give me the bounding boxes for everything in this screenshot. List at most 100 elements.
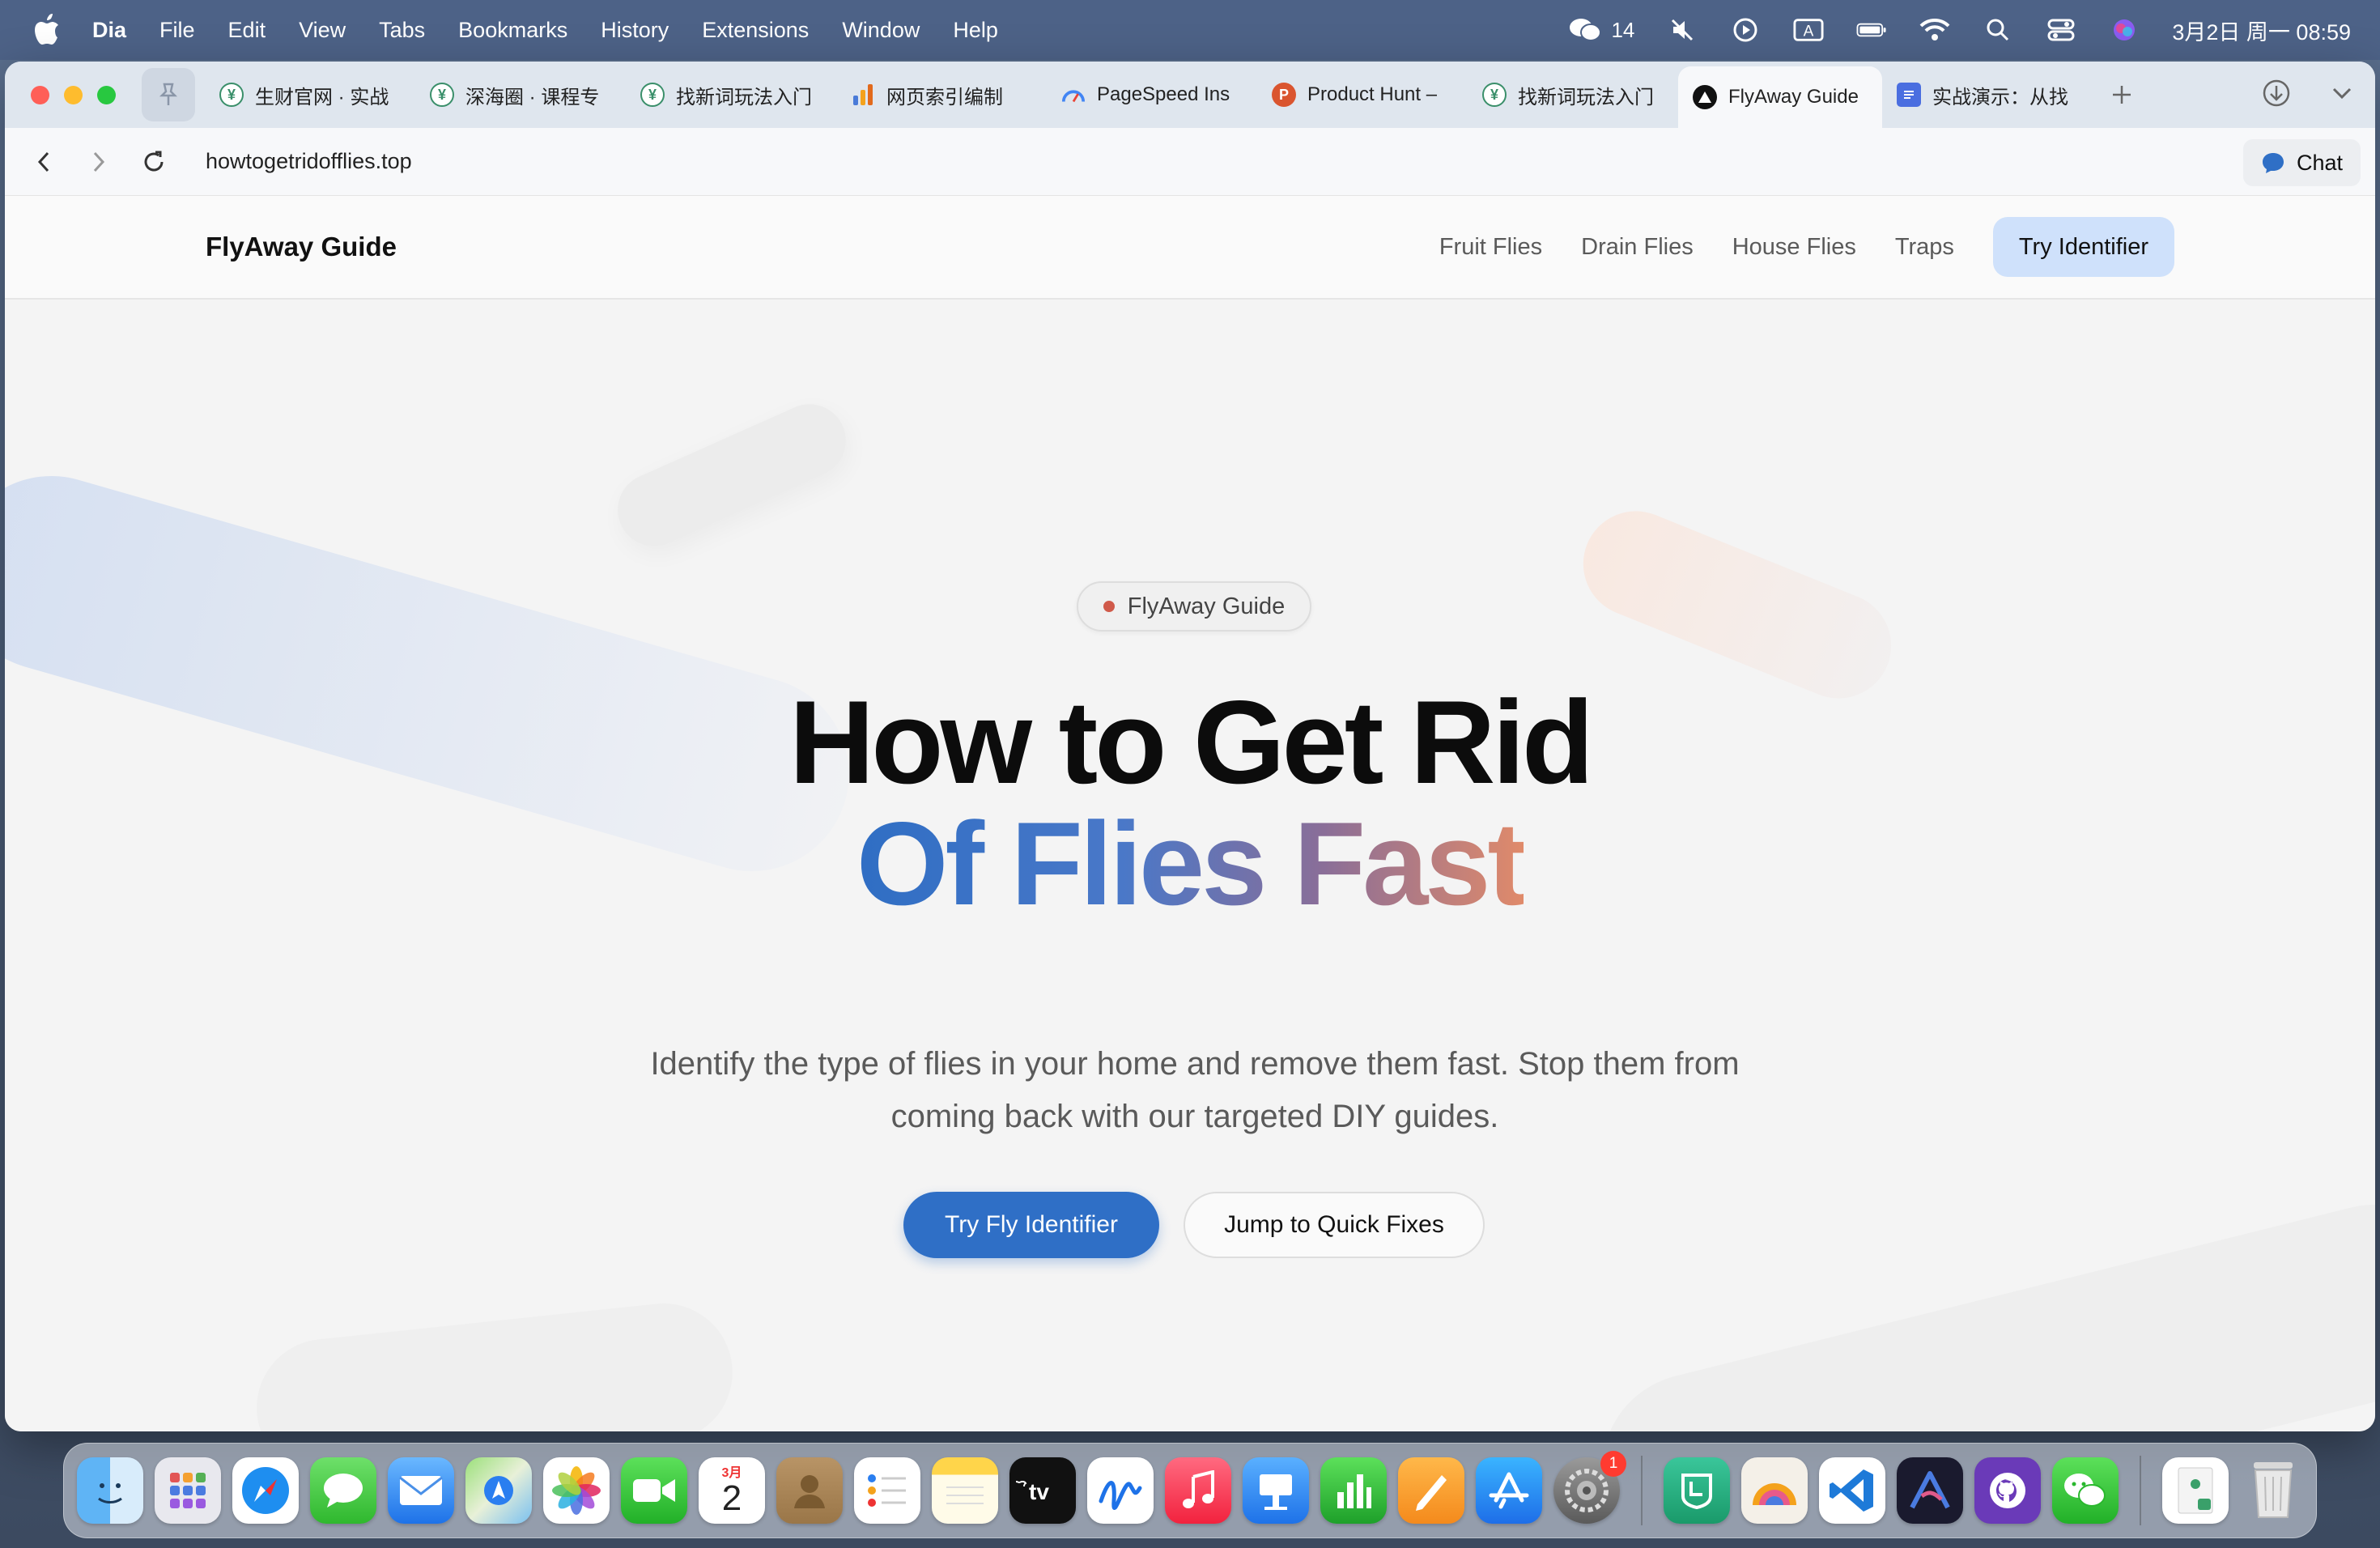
- appletv-icon[interactable]: tv: [1009, 1457, 1076, 1524]
- appstore-icon[interactable]: [1476, 1457, 1542, 1524]
- launchpad-icon[interactable]: [155, 1457, 221, 1524]
- downloads-icon[interactable]: [2262, 79, 2291, 112]
- pin-icon: [159, 83, 178, 105]
- menu-view[interactable]: View: [299, 18, 346, 43]
- tab-9[interactable]: 实战演示：从找: [1882, 66, 2093, 123]
- numbers-icon[interactable]: [1320, 1457, 1387, 1524]
- reminders-icon[interactable]: [854, 1457, 920, 1524]
- tab-6[interactable]: P Product Hunt –: [1257, 66, 1468, 123]
- apple-icon[interactable]: [31, 14, 63, 46]
- freeform-icon[interactable]: [1087, 1457, 1154, 1524]
- tab-bar: ¥ 生财官网 · 实战 ¥ 深海圈 · 课程专 ¥ 找新词玩法入门 网页索引编制…: [5, 62, 2375, 128]
- tab-2[interactable]: ¥ 深海圈 · 课程专: [415, 66, 626, 123]
- pages-icon[interactable]: [1398, 1457, 1464, 1524]
- menu-help[interactable]: Help: [953, 18, 998, 43]
- input-source-icon[interactable]: A: [1793, 18, 1824, 42]
- messages-icon[interactable]: [310, 1457, 376, 1524]
- preview-icon[interactable]: [2162, 1457, 2229, 1524]
- tab-3[interactable]: ¥ 找新词玩法入门: [626, 66, 836, 123]
- coin-icon: ¥: [219, 83, 244, 107]
- mute-icon[interactable]: [1667, 18, 1698, 42]
- hero-title-line1: How to Get Rid: [788, 676, 1594, 808]
- facetime-icon[interactable]: [621, 1457, 687, 1524]
- wechat-status[interactable]: 14: [1569, 17, 1634, 43]
- hero-badge-label: FlyAway Guide: [1127, 593, 1286, 619]
- nav-traps[interactable]: Traps: [1895, 234, 1954, 261]
- new-tab-button[interactable]: [2097, 70, 2146, 119]
- try-fly-identifier-button[interactable]: Try Fly Identifier: [903, 1192, 1159, 1258]
- menu-file[interactable]: File: [159, 18, 195, 43]
- settings-badge: 1: [1600, 1451, 1626, 1477]
- chat-bubble-icon: [2262, 153, 2284, 173]
- decorative-shape: [249, 1296, 740, 1431]
- mail-icon[interactable]: [388, 1457, 454, 1524]
- app-icon[interactable]: [1897, 1457, 1963, 1524]
- reload-button[interactable]: [138, 146, 170, 178]
- flyaway-icon: [1693, 85, 1717, 109]
- chat-button[interactable]: Chat: [2242, 139, 2361, 186]
- tab-label: FlyAway Guide: [1728, 86, 1859, 108]
- menu-extensions[interactable]: Extensions: [702, 18, 809, 43]
- tab-label: 找新词玩法入门: [676, 86, 812, 108]
- menu-tabs[interactable]: Tabs: [379, 18, 425, 43]
- tab-label: 网页索引编制: [886, 86, 1003, 108]
- search-icon[interactable]: [1983, 18, 2013, 42]
- safari-icon[interactable]: [232, 1457, 299, 1524]
- tab-label: Product Hunt –: [1307, 83, 1438, 105]
- tab-4[interactable]: 网页索引编制: [836, 66, 1047, 123]
- menu-clock[interactable]: 3月2日 周一 08:59: [2172, 15, 2351, 46]
- nav-fruit-flies[interactable]: Fruit Flies: [1439, 234, 1542, 261]
- menu-bookmarks[interactable]: Bookmarks: [458, 18, 567, 43]
- svg-text:tv: tv: [1029, 1479, 1049, 1504]
- play-icon[interactable]: [1730, 18, 1761, 42]
- pinned-tab[interactable]: [142, 68, 195, 121]
- keynote-icon[interactable]: [1243, 1457, 1309, 1524]
- github-icon[interactable]: [1974, 1457, 2041, 1524]
- nav-drain-flies[interactable]: Drain Flies: [1581, 234, 1694, 261]
- contacts-icon[interactable]: [776, 1457, 843, 1524]
- tab-5[interactable]: PageSpeed Ins: [1047, 66, 1257, 123]
- wechat-icon[interactable]: [2052, 1457, 2119, 1524]
- web-page: FlyAway Guide Fruit Flies Drain Flies Ho…: [5, 196, 2375, 1431]
- battery-icon[interactable]: [1856, 18, 1887, 42]
- docs-icon: [1897, 83, 1921, 107]
- coin-icon: ¥: [640, 83, 665, 107]
- trash-icon[interactable]: [2240, 1457, 2306, 1524]
- menu-app-name[interactable]: Dia: [92, 18, 126, 43]
- tab-label: PageSpeed Ins: [1097, 83, 1230, 105]
- back-button[interactable]: [28, 146, 60, 178]
- analytics-icon: [851, 83, 875, 107]
- url-field[interactable]: howtogetridofflies.top: [206, 149, 412, 174]
- site-brand[interactable]: FlyAway Guide: [206, 232, 397, 262]
- jump-to-quick-fixes-button[interactable]: Jump to Quick Fixes: [1184, 1192, 1485, 1258]
- tab-7[interactable]: ¥ 找新词玩法入门: [1468, 66, 1678, 123]
- finder-icon[interactable]: [77, 1457, 143, 1524]
- nav-try-identifier-button[interactable]: Try Identifier: [1992, 217, 2174, 277]
- tab-overview-chevron-icon[interactable]: [2330, 81, 2354, 109]
- nav-house-flies[interactable]: House Flies: [1732, 234, 1856, 261]
- forward-button[interactable]: [83, 146, 115, 178]
- photos-icon[interactable]: [543, 1457, 610, 1524]
- app-icon[interactable]: [1741, 1457, 1808, 1524]
- notes-icon[interactable]: [932, 1457, 998, 1524]
- vscode-icon[interactable]: [1819, 1457, 1885, 1524]
- menu-window[interactable]: Window: [842, 18, 920, 43]
- tab-active[interactable]: FlyAway Guide: [1678, 66, 1882, 128]
- dock-separator: [1641, 1456, 1643, 1525]
- maps-icon[interactable]: [465, 1457, 532, 1524]
- menu-edit[interactable]: Edit: [228, 18, 266, 43]
- calendar-icon[interactable]: 3月 2: [699, 1457, 765, 1524]
- siri-icon[interactable]: [2109, 18, 2140, 42]
- control-center-icon[interactable]: [2046, 18, 2076, 42]
- app-icon[interactable]: [1664, 1457, 1730, 1524]
- tab-1[interactable]: ¥ 生财官网 · 实战: [205, 66, 415, 123]
- minimize-window-button[interactable]: [64, 85, 83, 104]
- zoom-window-button[interactable]: [97, 85, 116, 104]
- menu-history[interactable]: History: [601, 18, 669, 43]
- close-window-button[interactable]: [31, 85, 49, 104]
- music-icon[interactable]: [1165, 1457, 1231, 1524]
- calendar-day: 2: [721, 1478, 742, 1518]
- site-nav: Fruit Flies Drain Flies House Flies Trap…: [1439, 217, 2174, 277]
- wifi-icon[interactable]: [1919, 18, 1950, 42]
- settings-icon[interactable]: 1: [1553, 1451, 1626, 1524]
